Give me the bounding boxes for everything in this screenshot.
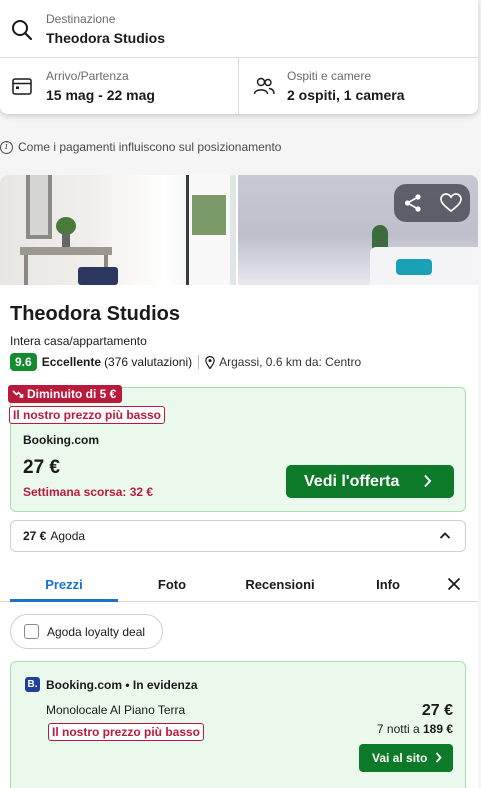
dates-field[interactable]: Arrivo/Partenza 15 mag - 22 mag xyxy=(0,58,238,114)
destination-value: Theodora Studios xyxy=(46,30,165,46)
room-name: Monolocale Al Piano Terra xyxy=(46,703,186,717)
tab-info[interactable]: Info xyxy=(334,571,442,602)
close-icon[interactable] xyxy=(447,577,461,591)
rating-word: Eccellente xyxy=(41,355,102,369)
hotel-result-card: Theodora Studios Intera casa/appartament… xyxy=(0,175,478,788)
photo-vase xyxy=(62,233,70,247)
share-icon xyxy=(404,194,421,212)
photo-pillow xyxy=(396,259,432,275)
photo-room-entrance xyxy=(0,175,236,285)
chevron-up-icon xyxy=(439,532,451,539)
lowest-price-badge: Il nostro prezzo più basso xyxy=(48,723,205,741)
location-text: Argassi, 0.6 km da: Centro xyxy=(219,355,362,369)
destination-field[interactable]: Destinazione Theodora Studios xyxy=(0,0,478,58)
photo-garden xyxy=(192,195,226,235)
hotel-photo[interactable] xyxy=(0,175,478,285)
rating-separator xyxy=(198,355,200,369)
top-deal-box[interactable]: Diminuito di 5 € Il nostro prezzo più ba… xyxy=(8,385,466,512)
ranking-notice[interactable]: i Come i pagamenti influiscono sul posiz… xyxy=(0,139,281,155)
featured-offer-header: Booking.com • In evidenza xyxy=(46,678,198,692)
view-offer-button[interactable]: Vedi l'offerta xyxy=(286,465,454,498)
dates-guests-row: Arrivo/Partenza 15 mag - 22 mag Ospiti e… xyxy=(0,58,478,114)
booking-logo-icon: B. xyxy=(25,677,40,692)
search-icon xyxy=(12,20,33,41)
price-drop-text: Diminuito di 5 € xyxy=(27,387,117,401)
tab-foto[interactable]: Foto xyxy=(118,571,226,602)
favorite-button[interactable] xyxy=(436,188,466,218)
detail-tabs: Prezzi Foto Recensioni Info xyxy=(0,571,478,602)
tab-recensioni[interactable]: Recensioni xyxy=(226,571,334,602)
photo-stool xyxy=(78,267,118,285)
loyalty-checkbox[interactable] xyxy=(24,624,39,639)
search-card: Destinazione Theodora Studios Arrivo/Par… xyxy=(0,0,478,114)
featured-offer-card[interactable]: B. Booking.com • In evidenza Monolocale … xyxy=(10,661,466,788)
price-drop-badge: Diminuito di 5 € xyxy=(8,385,123,403)
hotel-name[interactable]: Theodora Studios xyxy=(10,303,180,326)
property-type: Intera casa/appartamento xyxy=(10,334,147,348)
photo-console-leg xyxy=(24,255,28,285)
destination-label: Destinazione xyxy=(46,12,116,26)
dates-value: 15 mag - 22 mag xyxy=(46,87,155,103)
guests-icon xyxy=(253,77,275,95)
alternative-provider: Agoda xyxy=(50,529,86,543)
review-count: (376 valutazioni) xyxy=(104,355,193,369)
info-icon: i xyxy=(0,140,13,154)
alternative-price: 27 € xyxy=(23,529,47,543)
chevron-right-icon xyxy=(424,474,432,488)
location-pin-icon xyxy=(205,355,215,369)
tab-prezzi[interactable]: Prezzi xyxy=(10,571,118,602)
ranking-notice-text: Come i pagamenti influiscono sul posizio… xyxy=(18,140,282,154)
share-button[interactable] xyxy=(398,188,428,218)
go-to-site-label: Vai al sito xyxy=(372,751,428,765)
view-offer-label: Vedi l'offerta xyxy=(304,472,400,490)
heart-icon xyxy=(440,193,462,213)
photo-actions xyxy=(394,184,470,222)
nights-text: 7 notti a xyxy=(376,722,420,736)
trend-down-icon xyxy=(12,390,24,398)
loyalty-filter-chip[interactable]: Agoda loyalty deal xyxy=(10,614,163,649)
guests-value: 2 ospiti, 1 camera xyxy=(287,87,405,103)
stay-total: 7 notti a 189 € xyxy=(377,722,453,736)
score-badge: 9.6 xyxy=(10,353,37,371)
last-week-price: Settimana scorsa: 32 € xyxy=(23,485,154,499)
loyalty-label: Agoda loyalty deal xyxy=(47,624,146,639)
deal-price: 27 € xyxy=(23,457,60,478)
rating-row: 9.6 Eccellente (376 valutazioni) Argassi… xyxy=(10,353,361,371)
calendar-icon xyxy=(12,78,32,95)
guests-label: Ospiti e camere xyxy=(287,69,372,83)
featured-offer-price: 27 € xyxy=(421,702,453,719)
alternative-offer-row[interactable]: 27 € Agoda xyxy=(10,520,466,552)
photo-mirror xyxy=(26,175,52,239)
lowest-price-badge: Il nostro prezzo più basso xyxy=(9,406,166,424)
photo-console xyxy=(20,247,112,255)
nights-total: 189 € xyxy=(422,722,453,736)
chevron-right-icon xyxy=(435,752,442,763)
go-to-site-button[interactable]: Vai al sito xyxy=(359,744,453,772)
guests-field[interactable]: Ospiti e camere 2 ospiti, 1 camera xyxy=(239,58,478,114)
dates-label: Arrivo/Partenza xyxy=(46,69,129,83)
deal-provider: Booking.com xyxy=(23,433,100,447)
